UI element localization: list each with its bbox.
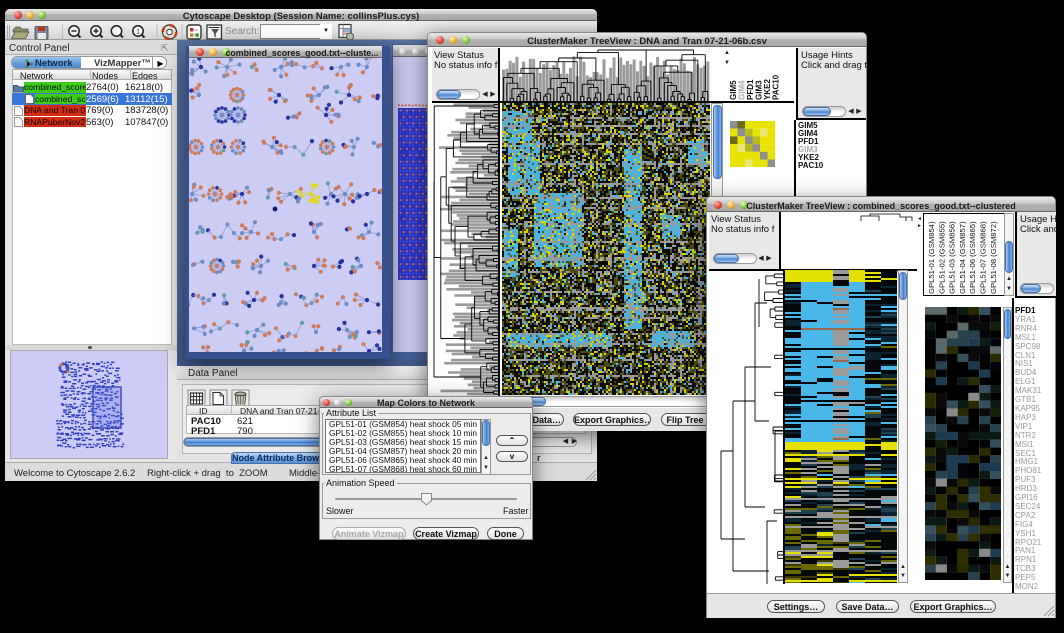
svg-text:PAC10: PAC10 xyxy=(772,74,781,100)
svg-text:GPL51-07 (GSM868): GPL51-07 (GSM868) xyxy=(979,221,988,294)
svg-text:GPL51-03 (GSM856): GPL51-03 (GSM856) xyxy=(948,221,957,294)
svg-text:GPL51-04 (GSM857): GPL51-04 (GSM857) xyxy=(958,221,967,294)
svg-text:GPL51-08 (GSM872): GPL51-08 (GSM872) xyxy=(989,221,998,294)
svg-text:GPL51-02 (GSM855): GPL51-02 (GSM855) xyxy=(937,221,946,294)
svg-text:GPL51-06 (GSM865): GPL51-06 (GSM865) xyxy=(968,221,977,294)
svg-text:GPL51-01 (GSM854): GPL51-01 (GSM854) xyxy=(927,221,936,294)
